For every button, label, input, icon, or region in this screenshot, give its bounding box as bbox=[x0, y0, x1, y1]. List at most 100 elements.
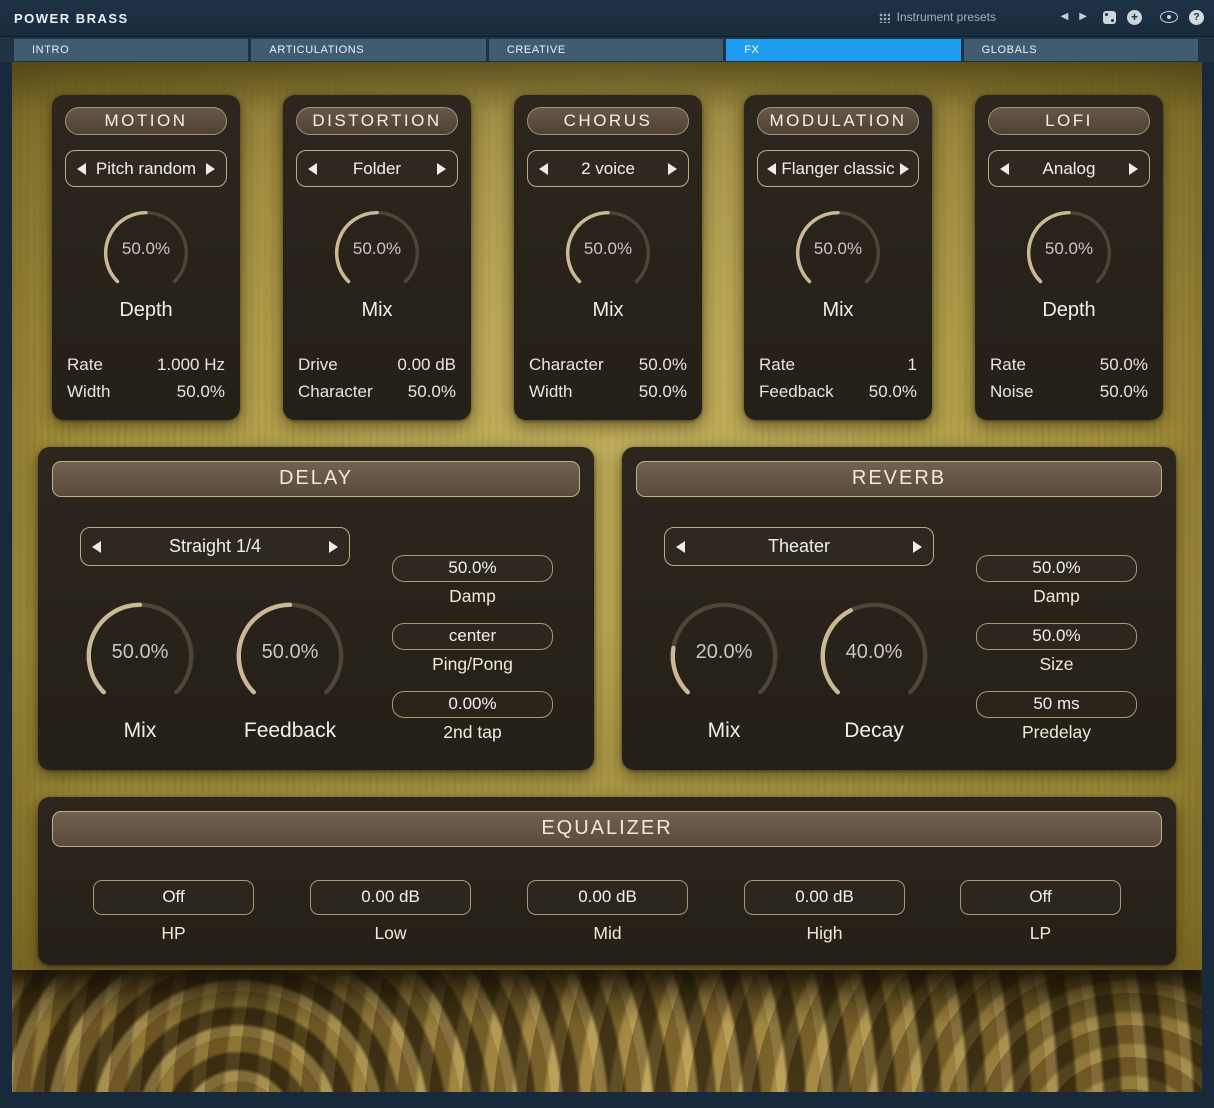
tab-intro[interactable]: INTRO bbox=[14, 39, 248, 61]
knob-value: 50.0% bbox=[98, 205, 194, 293]
param-row[interactable]: Character 50.0% bbox=[529, 351, 687, 378]
param-row[interactable]: Character 50.0% bbox=[298, 378, 456, 405]
param-label: Rate bbox=[67, 351, 103, 378]
high-field[interactable]: 0.00 dB bbox=[744, 880, 905, 915]
selector-prev-icon[interactable] bbox=[767, 163, 776, 175]
selector-prev-icon[interactable] bbox=[539, 163, 548, 175]
chorus-type-selector[interactable]: 2 voice bbox=[527, 150, 689, 187]
reverb-panel: REVERB Theater 20.0% Mix 40.0% Decay 50.… bbox=[622, 447, 1176, 770]
mix-knob[interactable]: 20.0% bbox=[663, 595, 785, 717]
equalizer-panel: EQUALIZER Off HP 0.00 dB Low 0.00 dB Mid… bbox=[38, 797, 1176, 965]
damp-field[interactable]: 50.0% bbox=[392, 555, 553, 582]
param-value: 50.0% bbox=[1100, 351, 1148, 378]
selector-next-icon[interactable] bbox=[668, 163, 677, 175]
panel-title: LOFI bbox=[988, 107, 1150, 135]
selector-prev-icon[interactable] bbox=[676, 541, 685, 553]
param-row[interactable]: Width 50.0% bbox=[529, 378, 687, 405]
panel-title: REVERB bbox=[636, 461, 1162, 497]
param-value: 1 bbox=[908, 351, 917, 378]
selector-prev-icon[interactable] bbox=[308, 163, 317, 175]
knob-label: Depth bbox=[1042, 299, 1095, 322]
knob-label: Depth bbox=[119, 299, 172, 322]
size-field[interactable]: 50.0% bbox=[976, 623, 1137, 650]
predelay-field[interactable]: 50 ms bbox=[976, 691, 1137, 718]
panel-title: DISTORTION bbox=[296, 107, 458, 135]
tab-articulations[interactable]: ARTICULATIONS bbox=[251, 39, 485, 61]
selector-value: 2 voice bbox=[548, 159, 668, 179]
selector-next-icon[interactable] bbox=[900, 163, 909, 175]
param-label: Width bbox=[67, 378, 110, 405]
selector-value: Pitch random bbox=[86, 159, 206, 179]
knob-value: 50.0% bbox=[79, 595, 201, 709]
param-row[interactable]: Width 50.0% bbox=[67, 378, 225, 405]
modulation-panel: MODULATION Flanger classic 50.0% Mix Rat… bbox=[744, 95, 932, 420]
pingpong-field[interactable]: center bbox=[392, 623, 553, 650]
delay-time-selector[interactable]: Straight 1/4 bbox=[80, 527, 350, 566]
panel-title: EQUALIZER bbox=[52, 811, 1162, 847]
mix-knob[interactable]: 50.0% bbox=[790, 205, 886, 301]
param-value: 50.0% bbox=[639, 351, 687, 378]
panel-title: CHORUS bbox=[527, 107, 689, 135]
low-field[interactable]: 0.00 dB bbox=[310, 880, 471, 915]
param-row[interactable]: Rate 1 bbox=[759, 351, 917, 378]
mid-field[interactable]: 0.00 dB bbox=[527, 880, 688, 915]
add-icon[interactable] bbox=[1127, 10, 1142, 25]
mix-knob[interactable]: 50.0% bbox=[560, 205, 656, 301]
random-icon[interactable] bbox=[1103, 11, 1116, 24]
second-tap-field[interactable]: 0.00% bbox=[392, 691, 553, 718]
distortion-type-selector[interactable]: Folder bbox=[296, 150, 458, 187]
param-row[interactable]: Feedback 50.0% bbox=[759, 378, 917, 405]
prev-preset-button[interactable]: ◀ bbox=[1061, 12, 1069, 22]
tab-fx[interactable]: FX bbox=[726, 39, 960, 61]
eye-icon[interactable] bbox=[1160, 11, 1178, 23]
modulation-type-selector[interactable]: Flanger classic bbox=[757, 150, 919, 187]
selector-next-icon[interactable] bbox=[437, 163, 446, 175]
selector-next-icon[interactable] bbox=[329, 541, 338, 553]
hp-field[interactable]: Off bbox=[93, 880, 254, 915]
param-value: 50.0% bbox=[869, 378, 917, 405]
fx-page: MOTION Pitch random 50.0% Depth Rate 1.0… bbox=[12, 62, 1202, 1092]
selector-next-icon[interactable] bbox=[206, 163, 215, 175]
selector-prev-icon[interactable] bbox=[92, 541, 101, 553]
selector-prev-icon[interactable] bbox=[77, 163, 86, 175]
lp-field[interactable]: Off bbox=[960, 880, 1121, 915]
knob-value: 50.0% bbox=[790, 205, 886, 293]
instrument-presets-button[interactable]: Instrument presets bbox=[879, 0, 996, 34]
param-label: Rate bbox=[990, 351, 1026, 378]
tab-creative[interactable]: CREATIVE bbox=[489, 39, 723, 61]
tab-globals[interactable]: GLOBALS bbox=[964, 39, 1198, 61]
selector-next-icon[interactable] bbox=[1129, 163, 1138, 175]
param-value: 50.0% bbox=[1100, 378, 1148, 405]
param-label: Character bbox=[298, 378, 373, 405]
depth-knob[interactable]: 50.0% bbox=[1021, 205, 1117, 301]
band-label: HP bbox=[93, 923, 254, 944]
param-value: 1.000 Hz bbox=[157, 351, 225, 378]
brass-artwork bbox=[12, 970, 1202, 1092]
param-row[interactable]: Noise 50.0% bbox=[990, 378, 1148, 405]
decay-knob[interactable]: 40.0% bbox=[813, 595, 935, 717]
mix-knob[interactable]: 50.0% bbox=[79, 595, 201, 717]
param-row[interactable]: Rate 1.000 Hz bbox=[67, 351, 225, 378]
next-preset-button[interactable]: ▶ bbox=[1079, 12, 1087, 22]
reverb-type-selector[interactable]: Theater bbox=[664, 527, 934, 566]
panel-title: MODULATION bbox=[757, 107, 919, 135]
field-label: Damp bbox=[976, 586, 1137, 607]
mix-knob[interactable]: 50.0% bbox=[329, 205, 425, 301]
lofi-type-selector[interactable]: Analog bbox=[988, 150, 1150, 187]
help-icon[interactable]: ? bbox=[1189, 10, 1204, 25]
titlebar-icons: ◀ ▶ ? bbox=[1050, 0, 1204, 34]
param-row[interactable]: Drive 0.00 dB bbox=[298, 351, 456, 378]
param-label: Drive bbox=[298, 351, 338, 378]
selector-prev-icon[interactable] bbox=[1000, 163, 1009, 175]
depth-knob[interactable]: 50.0% bbox=[98, 205, 194, 301]
damp-field[interactable]: 50.0% bbox=[976, 555, 1137, 582]
motion-type-selector[interactable]: Pitch random bbox=[65, 150, 227, 187]
band-label: LP bbox=[960, 923, 1121, 944]
feedback-knob[interactable]: 50.0% bbox=[229, 595, 351, 717]
param-value: 50.0% bbox=[408, 378, 456, 405]
delay-panel: DELAY Straight 1/4 50.0% Mix 50.0% Feedb… bbox=[38, 447, 594, 770]
param-row[interactable]: Rate 50.0% bbox=[990, 351, 1148, 378]
field-label: Predelay bbox=[976, 722, 1137, 743]
knob-label: Feedback bbox=[244, 719, 336, 743]
selector-next-icon[interactable] bbox=[913, 541, 922, 553]
